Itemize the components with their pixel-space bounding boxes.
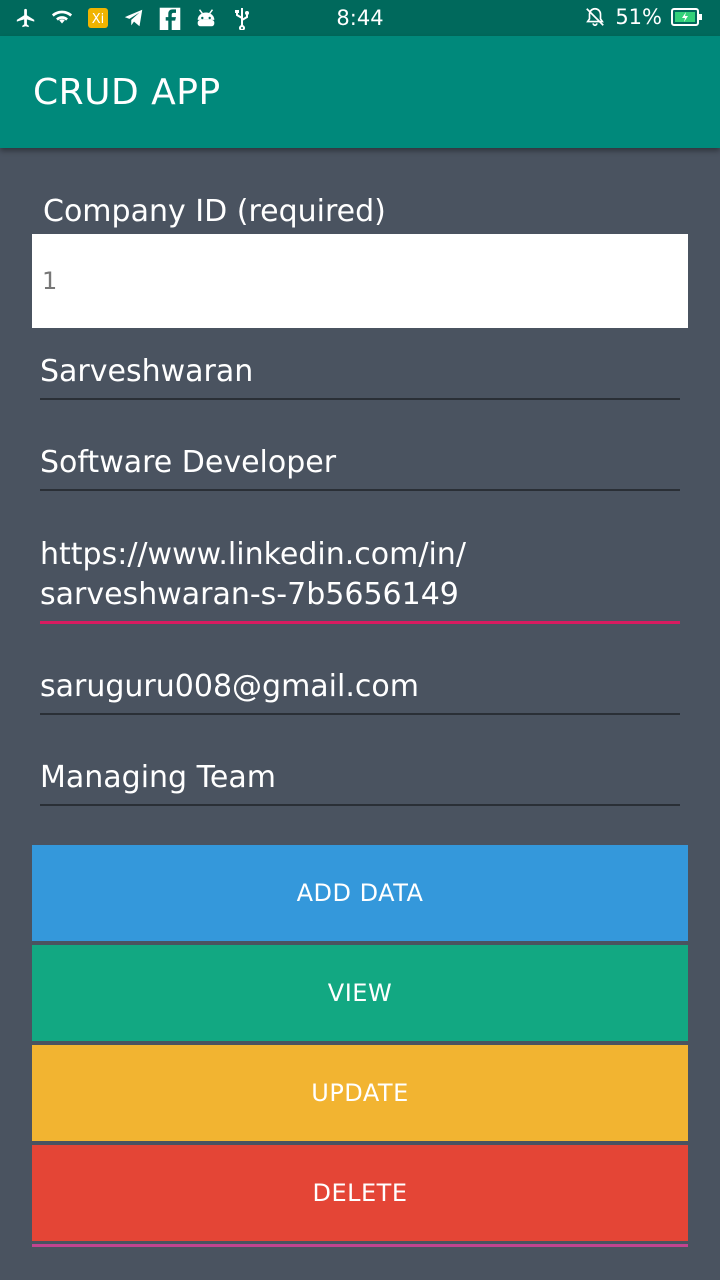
battery-percent: 51% [615,5,662,29]
update-button[interactable]: UPDATE [32,1045,688,1141]
company-id-label: Company ID (required) [43,194,386,229]
team-field[interactable]: Managing Team [40,758,680,806]
role-field[interactable]: Software Developer [40,443,680,491]
silent-bell-icon [583,5,607,29]
battery-charging-icon [670,5,704,29]
bottom-divider [32,1244,688,1247]
app-bar: CRUD APP [0,36,720,148]
name-field[interactable]: Sarveshwaran [40,352,680,400]
add-data-button[interactable]: ADD DATA [32,845,688,941]
delete-button[interactable]: DELETE [32,1145,688,1241]
company-id-input[interactable] [32,234,688,328]
linkedin-line-1: https://www.linkedin.com/in/ [40,537,466,572]
status-bar: Xi 8:44 51% [0,0,720,36]
email-field[interactable]: saruguru008@gmail.com [40,667,680,715]
linkedin-line-2: sarveshwaran-s-7b5656149 [40,577,459,612]
app-title: CRUD APP [33,72,221,113]
status-icons-right: 51% [583,5,704,29]
linkedin-field[interactable]: https://www.linkedin.com/in/ sarveshwara… [40,535,680,624]
view-button[interactable]: VIEW [32,945,688,1041]
